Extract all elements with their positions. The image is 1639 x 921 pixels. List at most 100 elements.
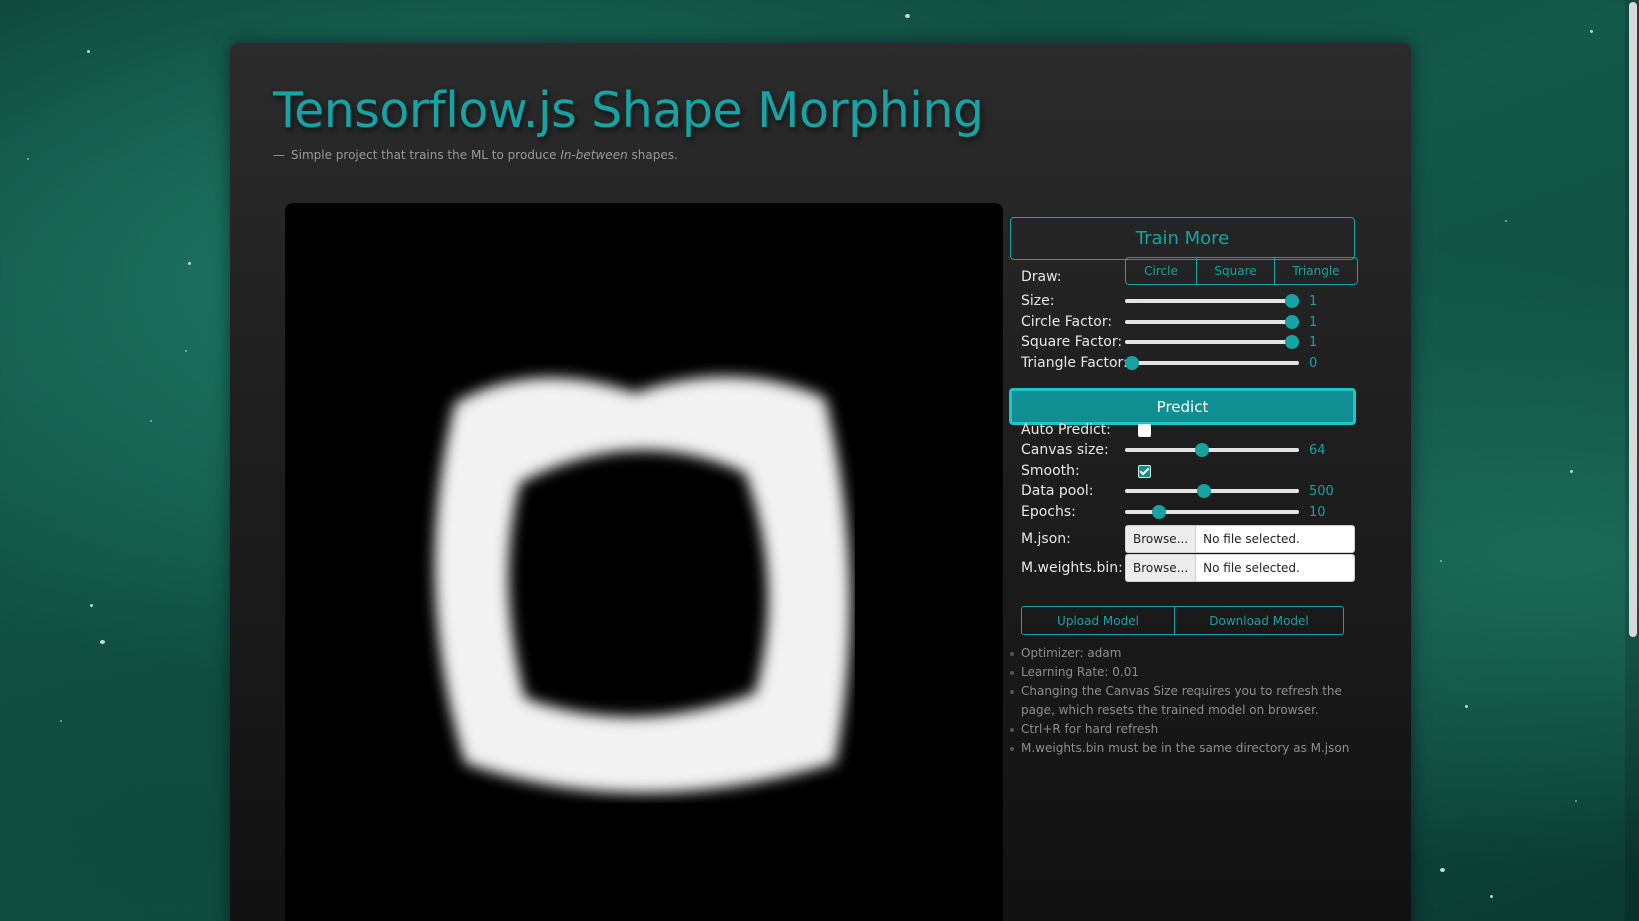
size-slider[interactable] <box>1125 291 1299 311</box>
size-label: Size: <box>1021 293 1055 309</box>
upload-model-button[interactable]: Upload Model <box>1021 606 1175 635</box>
note-item: Optimizer: adam <box>1010 644 1355 663</box>
m-weights-label: M.weights.bin: <box>1021 560 1123 576</box>
star-dot <box>905 14 910 18</box>
m-json-label: M.json: <box>1021 531 1071 547</box>
star-dot <box>1505 220 1507 222</box>
slider-thumb[interactable] <box>1125 356 1139 370</box>
draw-label: Draw: <box>1021 269 1062 285</box>
slider-thumb[interactable] <box>1152 505 1167 519</box>
star-dot <box>87 50 90 53</box>
triangle-factor-label: Triangle Factor: <box>1021 355 1128 371</box>
slider-thumb[interactable] <box>1195 443 1210 457</box>
scrollbar-thumb[interactable] <box>1629 2 1637 637</box>
smooth-row: Smooth: <box>1021 461 1151 481</box>
slider-track <box>1125 340 1299 344</box>
page-subtitle: — Simple project that trains the ML to pr… <box>273 148 678 162</box>
data-pool-value: 500 <box>1309 483 1334 499</box>
epochs-slider[interactable] <box>1125 502 1299 522</box>
m-weights-row: M.weights.bin: Browse... No file selecte… <box>1021 554 1355 582</box>
data-pool-label: Data pool: <box>1021 483 1094 499</box>
slider-track <box>1125 361 1299 365</box>
size-value: 1 <box>1309 293 1318 309</box>
m-weights-browse-button[interactable]: Browse... <box>1126 555 1197 581</box>
model-buttons: Upload Model Download Model <box>1021 606 1344 635</box>
draw-circle-button[interactable]: Circle <box>1125 257 1197 285</box>
slider-track <box>1125 510 1299 514</box>
star-dot <box>1440 560 1442 562</box>
auto-predict-checkbox[interactable] <box>1138 423 1151 437</box>
m-json-row: M.json: Browse... No file selected. <box>1021 525 1355 553</box>
circle-factor-slider[interactable] <box>1125 312 1299 332</box>
smooth-label: Smooth: <box>1021 463 1080 479</box>
star-dot <box>1590 30 1593 33</box>
star-dot <box>150 420 152 422</box>
slider-track <box>1125 320 1299 324</box>
m-weights-file-input[interactable]: Browse... No file selected. <box>1125 554 1355 582</box>
m-json-file-name: No file selected. <box>1203 532 1300 546</box>
subtitle-emphasis: In-between <box>560 148 628 162</box>
m-json-file-input[interactable]: Browse... No file selected. <box>1125 525 1355 553</box>
triangle-factor-slider[interactable] <box>1125 353 1299 373</box>
epochs-row: Epochs: 10 <box>1021 502 1326 522</box>
slider-thumb[interactable] <box>1285 335 1299 349</box>
canvas-size-value: 64 <box>1309 442 1326 458</box>
slider-thumb[interactable] <box>1285 294 1299 308</box>
circle-factor-label: Circle Factor: <box>1021 314 1113 330</box>
star-dot <box>60 720 62 722</box>
page-title: Tensorflow.js Shape Morphing <box>273 82 984 139</box>
star-dot <box>27 158 29 160</box>
draw-triangle-button[interactable]: Triangle <box>1274 257 1358 285</box>
subtitle-dash: — <box>273 148 285 162</box>
note-item: M.weights.bin must be in the same direct… <box>1010 739 1355 758</box>
star-dot <box>100 640 105 644</box>
m-weights-file-name: No file selected. <box>1203 561 1300 575</box>
note-item: Changing the Canvas Size requires you to… <box>1010 682 1355 720</box>
slider-thumb[interactable] <box>1197 484 1211 498</box>
info-notes: Optimizer: adam Learning Rate: 0.01 Chan… <box>1010 644 1355 758</box>
subtitle-text-end: shapes. <box>627 148 678 162</box>
data-pool-slider[interactable] <box>1125 481 1299 501</box>
smooth-checkbox[interactable] <box>1138 464 1151 478</box>
triangle-factor-value: 0 <box>1309 355 1318 371</box>
star-dot <box>185 350 187 352</box>
star-dot <box>1570 470 1573 473</box>
square-factor-slider[interactable] <box>1125 332 1299 352</box>
canvas-size-label: Canvas size: <box>1021 442 1109 458</box>
star-dot <box>90 604 93 607</box>
download-model-button[interactable]: Download Model <box>1174 606 1344 635</box>
canvas-size-row: Canvas size: 64 <box>1021 440 1326 460</box>
note-item: Learning Rate: 0.01 <box>1010 663 1355 682</box>
m-json-browse-button[interactable]: Browse... <box>1126 526 1197 552</box>
canvas-size-slider[interactable] <box>1125 440 1299 460</box>
slider-track <box>1125 299 1299 303</box>
square-factor-value: 1 <box>1309 334 1318 350</box>
note-item: Ctrl+R for hard refresh <box>1010 720 1355 739</box>
auto-predict-label: Auto Predict: <box>1021 422 1111 438</box>
subtitle-text: Simple project that trains the ML to pro… <box>291 148 561 162</box>
star-dot <box>1490 895 1493 898</box>
triangle-factor-row: Triangle Factor: 0 <box>1021 353 1317 373</box>
circle-factor-value: 1 <box>1309 314 1318 330</box>
star-dot <box>1465 705 1468 708</box>
star-dot <box>1440 868 1445 872</box>
auto-predict-row: Auto Predict: <box>1021 420 1151 440</box>
slider-track <box>1125 448 1299 452</box>
drawing-canvas[interactable] <box>285 203 1003 921</box>
size-row: Size: 1 <box>1021 291 1317 311</box>
slider-track <box>1125 489 1299 493</box>
square-factor-row: Square Factor: 1 <box>1021 332 1317 352</box>
draw-shape-group: Circle Square Triangle <box>1125 257 1358 285</box>
square-factor-label: Square Factor: <box>1021 334 1123 350</box>
epochs-label: Epochs: <box>1021 504 1076 520</box>
draw-square-button[interactable]: Square <box>1196 257 1275 285</box>
page-scrollbar[interactable] <box>1625 0 1639 921</box>
train-more-button[interactable]: Train More <box>1010 217 1355 260</box>
star-dot <box>1575 800 1577 802</box>
epochs-value: 10 <box>1309 504 1326 520</box>
slider-thumb[interactable] <box>1285 315 1299 329</box>
draw-row: Draw: <box>1021 267 1125 287</box>
predicted-shape-image <box>434 376 851 793</box>
star-dot <box>188 262 191 265</box>
circle-factor-row: Circle Factor: 1 <box>1021 312 1317 332</box>
